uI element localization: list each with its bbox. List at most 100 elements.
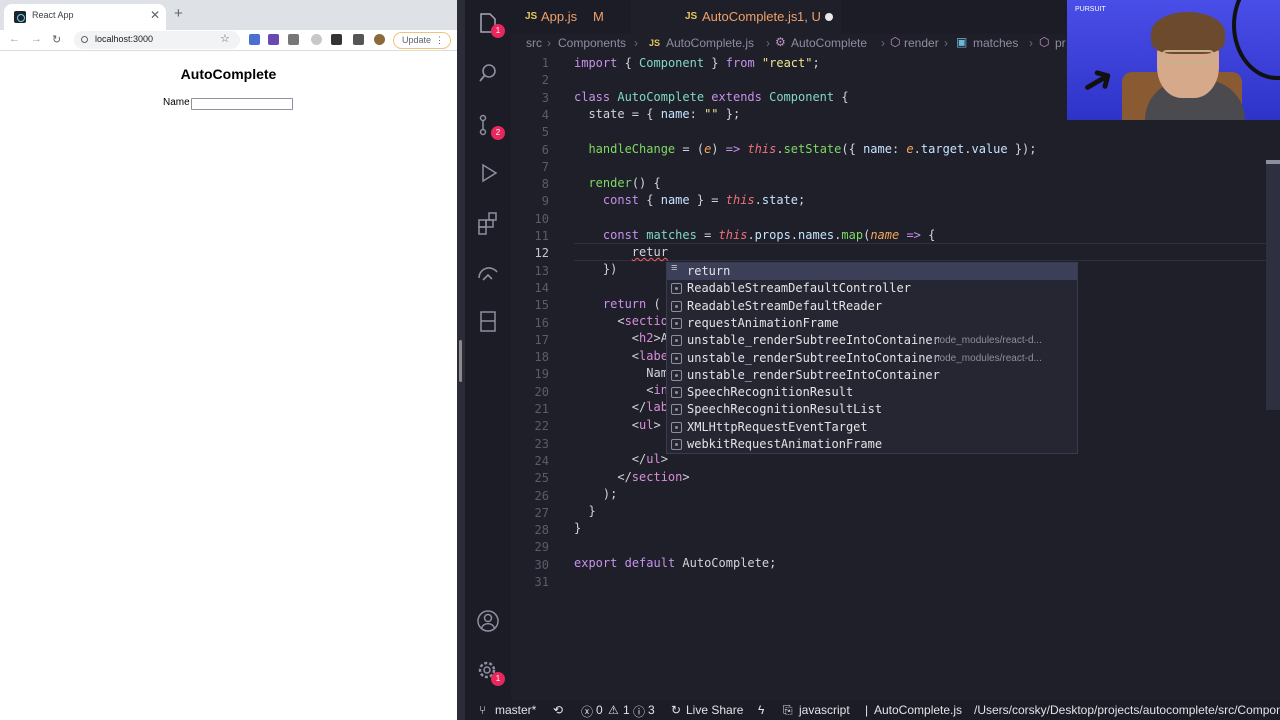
address-url[interactable]: localhost:3000 <box>95 34 153 44</box>
suggestion-label: requestAnimationFrame <box>687 315 839 330</box>
suggestion-item[interactable]: unstable_renderSubtreeIntoContainer node_… <box>667 350 1077 367</box>
breadcrumb-item[interactable]: Components <box>558 36 626 50</box>
profile-avatar[interactable] <box>374 34 385 45</box>
suggestion-detail: node_modules/react-d... <box>934 352 1042 364</box>
new-tab-button[interactable]: + <box>174 5 183 22</box>
code-line-1[interactable]: import { Component } from "react"; <box>574 56 820 70</box>
notebook-icon[interactable] <box>475 308 501 334</box>
error-count[interactable]: 0 <box>596 703 603 717</box>
unsaved-dot-icon[interactable] <box>825 13 833 21</box>
suggestion-label: XMLHttpRequestEventTarget <box>687 419 868 434</box>
code-line-28[interactable]: } <box>574 521 581 535</box>
code-line-15[interactable]: return ( <box>574 297 661 311</box>
code-line-17[interactable]: <h2>A <box>574 331 668 345</box>
code-line-25[interactable]: </section> <box>574 470 689 484</box>
reload-icon[interactable]: ↻ <box>52 33 61 46</box>
more-menu-icon[interactable]: ⋮ <box>435 35 444 46</box>
extension-icon[interactable] <box>288 34 299 45</box>
extension-icon[interactable] <box>311 34 322 45</box>
error-icon[interactable]: ⓧ <box>581 703 593 720</box>
code-line-24[interactable]: </ul> <box>574 452 668 466</box>
code-line-20[interactable]: <in <box>574 383 668 397</box>
status-path[interactable]: /Users/corsky/Desktop/projects/autocompl… <box>974 703 1280 717</box>
back-arrow-icon[interactable]: ← <box>9 33 20 45</box>
code-line-19[interactable]: Nam <box>574 366 668 380</box>
remote-explorer-icon[interactable] <box>475 260 501 286</box>
code-line-11[interactable]: const matches = this.props.names.map(nam… <box>574 228 935 242</box>
suggestion-label: unstable_renderSubtreeIntoContainer <box>687 350 940 365</box>
line-number: 9 <box>541 194 549 209</box>
code-line-27[interactable]: } <box>574 504 595 518</box>
code-line-21[interactable]: </lab <box>574 400 668 414</box>
suggestion-item[interactable]: webkitRequestAnimationFrame <box>667 436 1077 453</box>
browser-tab[interactable]: React App ✕ <box>4 4 166 30</box>
tab-close-icon[interactable]: ✕ <box>150 8 160 22</box>
code-line-13[interactable]: }) <box>574 262 617 276</box>
extension-icon[interactable] <box>268 34 279 45</box>
suggestion-item[interactable]: XMLHttpRequestEventTarget <box>667 419 1077 436</box>
source-control-icon[interactable]: 2 <box>475 112 505 140</box>
bookmark-star-icon[interactable]: ☆ <box>220 32 230 45</box>
suggestion-item[interactable]: ReadableStreamDefaultController <box>667 280 1077 297</box>
javascript-badge-icon: ⎘ <box>783 703 793 717</box>
explorer-icon[interactable]: 1 <box>475 10 505 38</box>
status-file-name[interactable]: AutoComplete.js <box>874 703 962 717</box>
site-info-icon[interactable] <box>81 36 88 43</box>
extension-icon[interactable] <box>249 34 260 45</box>
code-line-12[interactable]: retur <box>574 245 668 259</box>
suggestion-item[interactable]: unstable_renderSubtreeIntoContainer node_… <box>667 332 1077 349</box>
settings-gear-icon[interactable]: 1 <box>475 658 505 686</box>
extensions-icon[interactable] <box>475 210 501 236</box>
vertical-scrollbar[interactable] <box>1266 160 1280 410</box>
suggestion-item[interactable]: unstable_renderSubtreeIntoContainer <box>667 367 1077 384</box>
code-line-9[interactable]: const { name } = this.state; <box>574 193 805 207</box>
code-line-3[interactable]: class AutoComplete extends Component { <box>574 90 849 104</box>
run-debug-icon[interactable] <box>475 160 501 186</box>
suggestion-item[interactable]: requestAnimationFrame <box>667 315 1077 332</box>
warning-count[interactable]: 1 <box>623 703 630 717</box>
sync-icon[interactable]: ⟲ <box>553 703 563 717</box>
line-number: 10 <box>534 211 549 226</box>
code-line-8[interactable]: render() { <box>574 176 660 190</box>
code-line-26[interactable]: ); <box>574 487 617 501</box>
code-line-4[interactable]: state = { name: "" }; <box>574 107 740 121</box>
suggestion-item[interactable]: SpeechRecognitionResultList <box>667 401 1077 418</box>
info-icon[interactable]: ⓘ <box>633 703 645 720</box>
splitter-handle[interactable] <box>459 340 462 382</box>
forward-arrow-icon[interactable]: → <box>31 33 42 45</box>
suggestion-item[interactable]: SpeechRecognitionResult <box>667 384 1077 401</box>
language-mode[interactable]: javascript <box>799 703 850 717</box>
suggestion-item[interactable]: ReadableStreamDefaultReader <box>667 298 1077 315</box>
tab-status: M <box>593 9 604 24</box>
live-share-icon[interactable]: ↻ <box>671 703 681 717</box>
git-branch[interactable]: master* <box>495 703 536 717</box>
breadcrumb-item[interactable]: render <box>904 36 939 50</box>
chevron-right-icon: › <box>1029 36 1033 50</box>
account-icon[interactable] <box>475 608 501 634</box>
window-splitter[interactable] <box>457 0 465 720</box>
warning-icon[interactable]: ⚠ <box>608 703 619 717</box>
puzzle-extensions-icon[interactable] <box>353 34 364 45</box>
info-count[interactable]: 3 <box>648 703 655 717</box>
tab-app-js[interactable]: JS App.js M <box>511 0 631 34</box>
method-symbol-icon: ⬡ <box>890 35 901 49</box>
address-bar[interactable]: localhost:3000 ☆ <box>74 31 240 49</box>
suggestion-item[interactable]: return <box>667 262 1077 280</box>
breadcrumb-item[interactable]: matches <box>973 36 1018 50</box>
code-line-30[interactable]: export default AutoComplete; <box>574 556 776 570</box>
code-line-22[interactable]: <ul> <box>574 418 661 432</box>
tab-autocomplete-js[interactable]: JS AutoComplete.js 1, U <box>631 0 841 34</box>
code-line-6[interactable]: handleChange = (e) => this.setState({ na… <box>574 142 1036 156</box>
code-line-18[interactable]: <labe <box>574 349 668 363</box>
breadcrumb-item[interactable]: AutoComplete <box>791 36 867 50</box>
name-input[interactable] <box>191 98 293 110</box>
breadcrumb-item[interactable]: pr <box>1055 36 1066 50</box>
lightning-icon[interactable]: ϟ <box>758 703 764 717</box>
live-share-button[interactable]: Live Share <box>686 703 743 717</box>
update-button[interactable]: Update ⋮ <box>393 32 451 49</box>
breadcrumb-item[interactable]: src <box>526 36 542 50</box>
code-line-16[interactable]: <sectio <box>574 314 668 328</box>
search-icon[interactable] <box>475 60 501 86</box>
breadcrumb-item[interactable]: AutoComplete.js <box>666 36 754 50</box>
extension-icon[interactable] <box>331 34 342 45</box>
